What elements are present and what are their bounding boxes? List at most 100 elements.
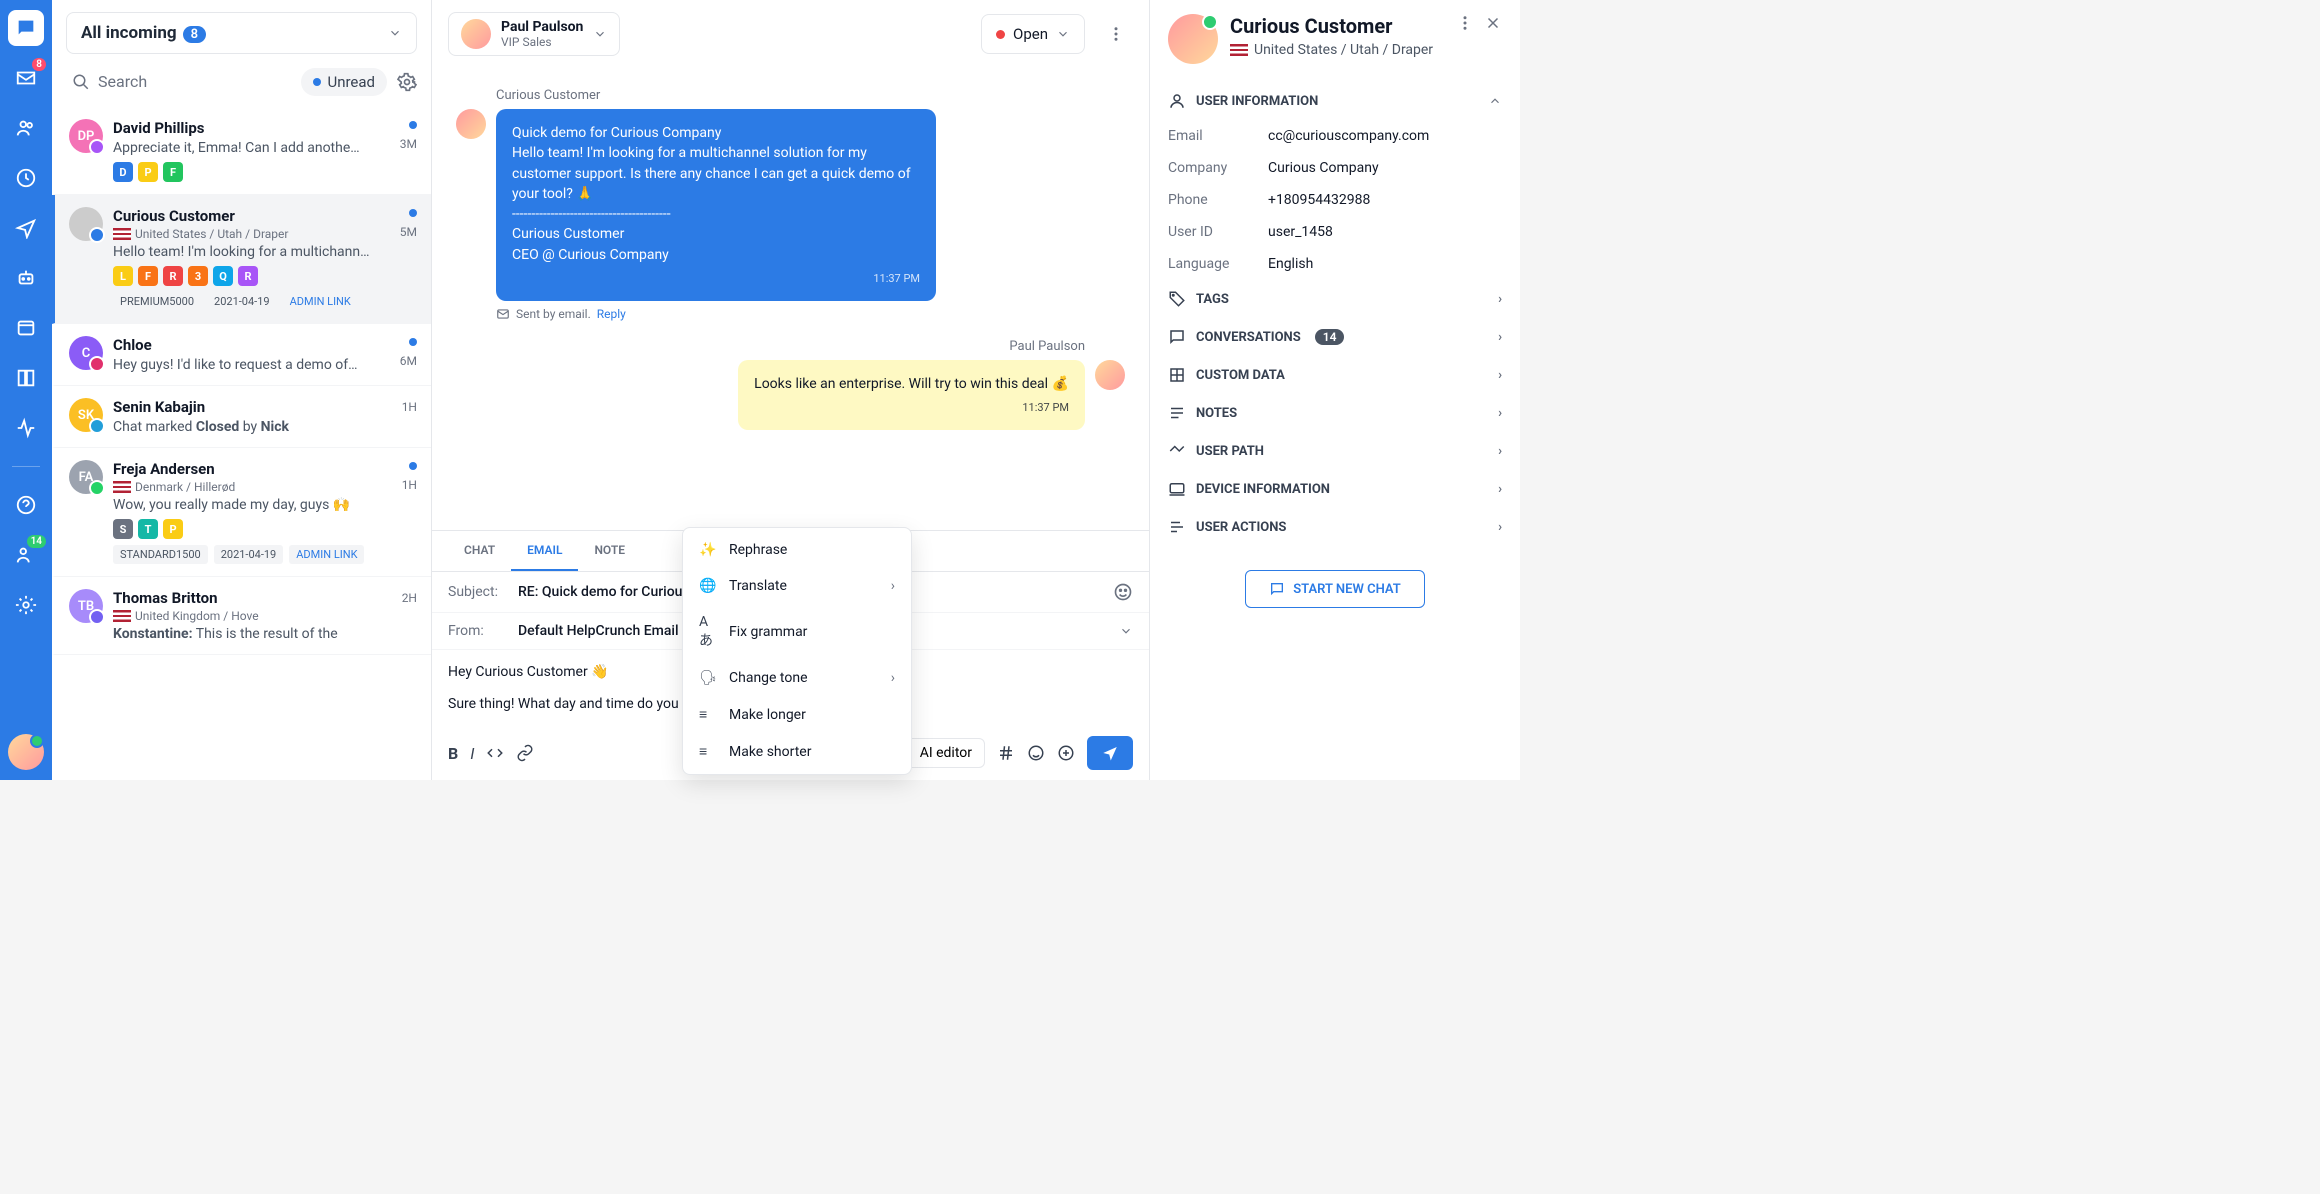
section-conversations[interactable]: CONVERSATIONS14›	[1168, 318, 1502, 356]
from-label: From:	[448, 623, 508, 639]
ai-make-shorter[interactable]: ≡Make shorter	[683, 733, 911, 770]
conversation-item[interactable]: SK Senin Kabajin Chat marked Closed by N…	[52, 386, 431, 448]
emoji-icon[interactable]	[1113, 582, 1133, 602]
ai-change-tone[interactable]: 🗣Change tone›	[683, 660, 911, 696]
composer-tab-email[interactable]: EMAIL	[511, 531, 578, 571]
customer-avatar	[456, 109, 486, 139]
section-user-actions[interactable]: USER ACTIONS›	[1168, 508, 1502, 546]
section-device-info[interactable]: DEVICE INFORMATION›	[1168, 470, 1502, 508]
section-custom-data[interactable]: CUSTOM DATA›	[1168, 356, 1502, 394]
ai-rephrase[interactable]: ✨Rephrase	[683, 532, 911, 568]
rail-activity-icon[interactable]	[8, 410, 44, 446]
info-row: User IDuser_1458	[1168, 216, 1502, 248]
filter-count: 8	[183, 26, 206, 43]
chat-icon	[1168, 328, 1186, 346]
rail-contacts-icon[interactable]	[8, 110, 44, 146]
info-row: CompanyCurious Company	[1168, 152, 1502, 184]
details-close-icon[interactable]	[1484, 14, 1502, 32]
ai-editor-menu: ✨Rephrase 🌐Translate› AあFix grammar 🗣Cha…	[682, 527, 912, 775]
ai-translate[interactable]: 🌐Translate›	[683, 568, 911, 604]
conversation-item[interactable]: Curious Customer United States / Utah / …	[52, 195, 431, 324]
path-icon	[1168, 442, 1186, 460]
ai-make-longer[interactable]: ≡Make longer	[683, 696, 911, 733]
status-dropdown[interactable]: Open	[981, 14, 1085, 54]
message-sender: Paul Paulson	[456, 339, 1085, 354]
message-bubble-incoming: Quick demo for Curious Company Hello tea…	[496, 109, 936, 301]
rail-help-icon[interactable]	[8, 487, 44, 523]
inbox-badge: 8	[32, 58, 46, 71]
start-new-chat-button[interactable]: START NEW CHAT	[1245, 570, 1425, 608]
search-icon	[72, 73, 90, 91]
rail-team-icon[interactable]: 14	[8, 537, 44, 573]
unread-filter[interactable]: Unread	[301, 68, 387, 96]
details-more-icon[interactable]	[1456, 14, 1474, 32]
rail-inbox-icon[interactable]: 8	[8, 60, 44, 96]
italic-icon[interactable]: I	[470, 744, 474, 763]
email-icon	[496, 307, 510, 321]
ai-fix-grammar[interactable]: AあFix grammar	[683, 604, 911, 660]
rail-chat-icon[interactable]	[8, 10, 44, 46]
rail-bot-icon[interactable]	[8, 260, 44, 296]
filter-label: All incoming	[81, 23, 177, 43]
section-notes[interactable]: NOTES›	[1168, 394, 1502, 432]
customer-avatar	[1168, 14, 1218, 64]
chevron-down-icon	[1056, 27, 1070, 41]
chat-more-icon[interactable]	[1099, 17, 1133, 51]
rail-send-icon[interactable]	[8, 210, 44, 246]
status-label: Open	[1013, 25, 1048, 43]
customer-name: Curious Customer	[1230, 14, 1433, 38]
conversation-item[interactable]: C Chloe Hey guys! I'd like to request a …	[52, 324, 431, 386]
message-sender: Curious Customer	[496, 88, 1125, 103]
section-tags[interactable]: TAGS›	[1168, 280, 1502, 318]
device-icon	[1168, 480, 1186, 498]
rail-popup-icon[interactable]	[8, 310, 44, 346]
conversation-item[interactable]: TB Thomas Britton United Kingdom / Hove …	[52, 577, 431, 655]
search-placeholder: Search	[98, 72, 147, 91]
message-body: Quick demo for Curious Company Hello tea…	[512, 123, 920, 265]
subject-label: Subject:	[448, 584, 508, 600]
info-row: Emailcc@curiouscompany.com	[1168, 120, 1502, 152]
rail-user-avatar[interactable]	[8, 734, 44, 770]
link-icon[interactable]	[516, 744, 534, 763]
tag-icon	[1168, 290, 1186, 308]
emoji-icon[interactable]	[1027, 744, 1045, 762]
rail-kb-icon[interactable]	[8, 360, 44, 396]
conversation-item[interactable]: FA Freja Andersen Denmark / Hillerød Wow…	[52, 448, 431, 577]
chat-icon	[1269, 581, 1285, 597]
chevron-down-icon	[1119, 624, 1133, 638]
data-icon	[1168, 366, 1186, 384]
user-icon	[1168, 92, 1186, 110]
inbox-filter-dropdown[interactable]: All incoming 8	[66, 12, 417, 54]
conversations-count: 14	[1315, 329, 1345, 345]
notes-icon	[1168, 404, 1186, 422]
section-user-info[interactable]: USER INFORMATION	[1168, 82, 1502, 120]
conversation-item[interactable]: DP David Phillips Appreciate it, Emma! C…	[52, 107, 431, 195]
code-icon[interactable]	[486, 744, 504, 763]
assignee-sub: VIP Sales	[501, 35, 583, 49]
send-button[interactable]	[1087, 736, 1133, 770]
message-body: Looks like an enterprise. Will try to wi…	[754, 374, 1069, 394]
composer-tab-note[interactable]: NOTE	[578, 531, 641, 571]
team-badge: 14	[27, 535, 46, 548]
customer-location: United States / Utah / Draper	[1230, 42, 1433, 58]
sent-by-label: Sent by email.	[516, 307, 591, 321]
assignee-avatar	[461, 19, 491, 49]
bold-icon[interactable]: B	[448, 744, 458, 763]
inbox-settings-icon[interactable]	[397, 72, 417, 92]
rail-history-icon[interactable]	[8, 160, 44, 196]
search-input[interactable]: Search	[66, 66, 291, 97]
reply-link[interactable]: Reply	[597, 307, 626, 321]
hash-icon[interactable]	[997, 744, 1015, 762]
info-row: Phone+180954432988	[1168, 184, 1502, 216]
rail-settings-icon[interactable]	[8, 587, 44, 623]
message-time: 11:37 PM	[512, 271, 920, 287]
attach-icon[interactable]	[1057, 744, 1075, 762]
message-bubble-note: Looks like an enterprise. Will try to wi…	[738, 360, 1085, 430]
section-user-path[interactable]: USER PATH›	[1168, 432, 1502, 470]
actions-icon	[1168, 518, 1186, 536]
status-dot	[996, 30, 1005, 39]
assignee-dropdown[interactable]: Paul PaulsonVIP Sales	[448, 12, 620, 56]
agent-avatar	[1095, 360, 1125, 390]
info-row: LanguageEnglish	[1168, 248, 1502, 280]
composer-tab-chat[interactable]: CHAT	[448, 531, 511, 571]
